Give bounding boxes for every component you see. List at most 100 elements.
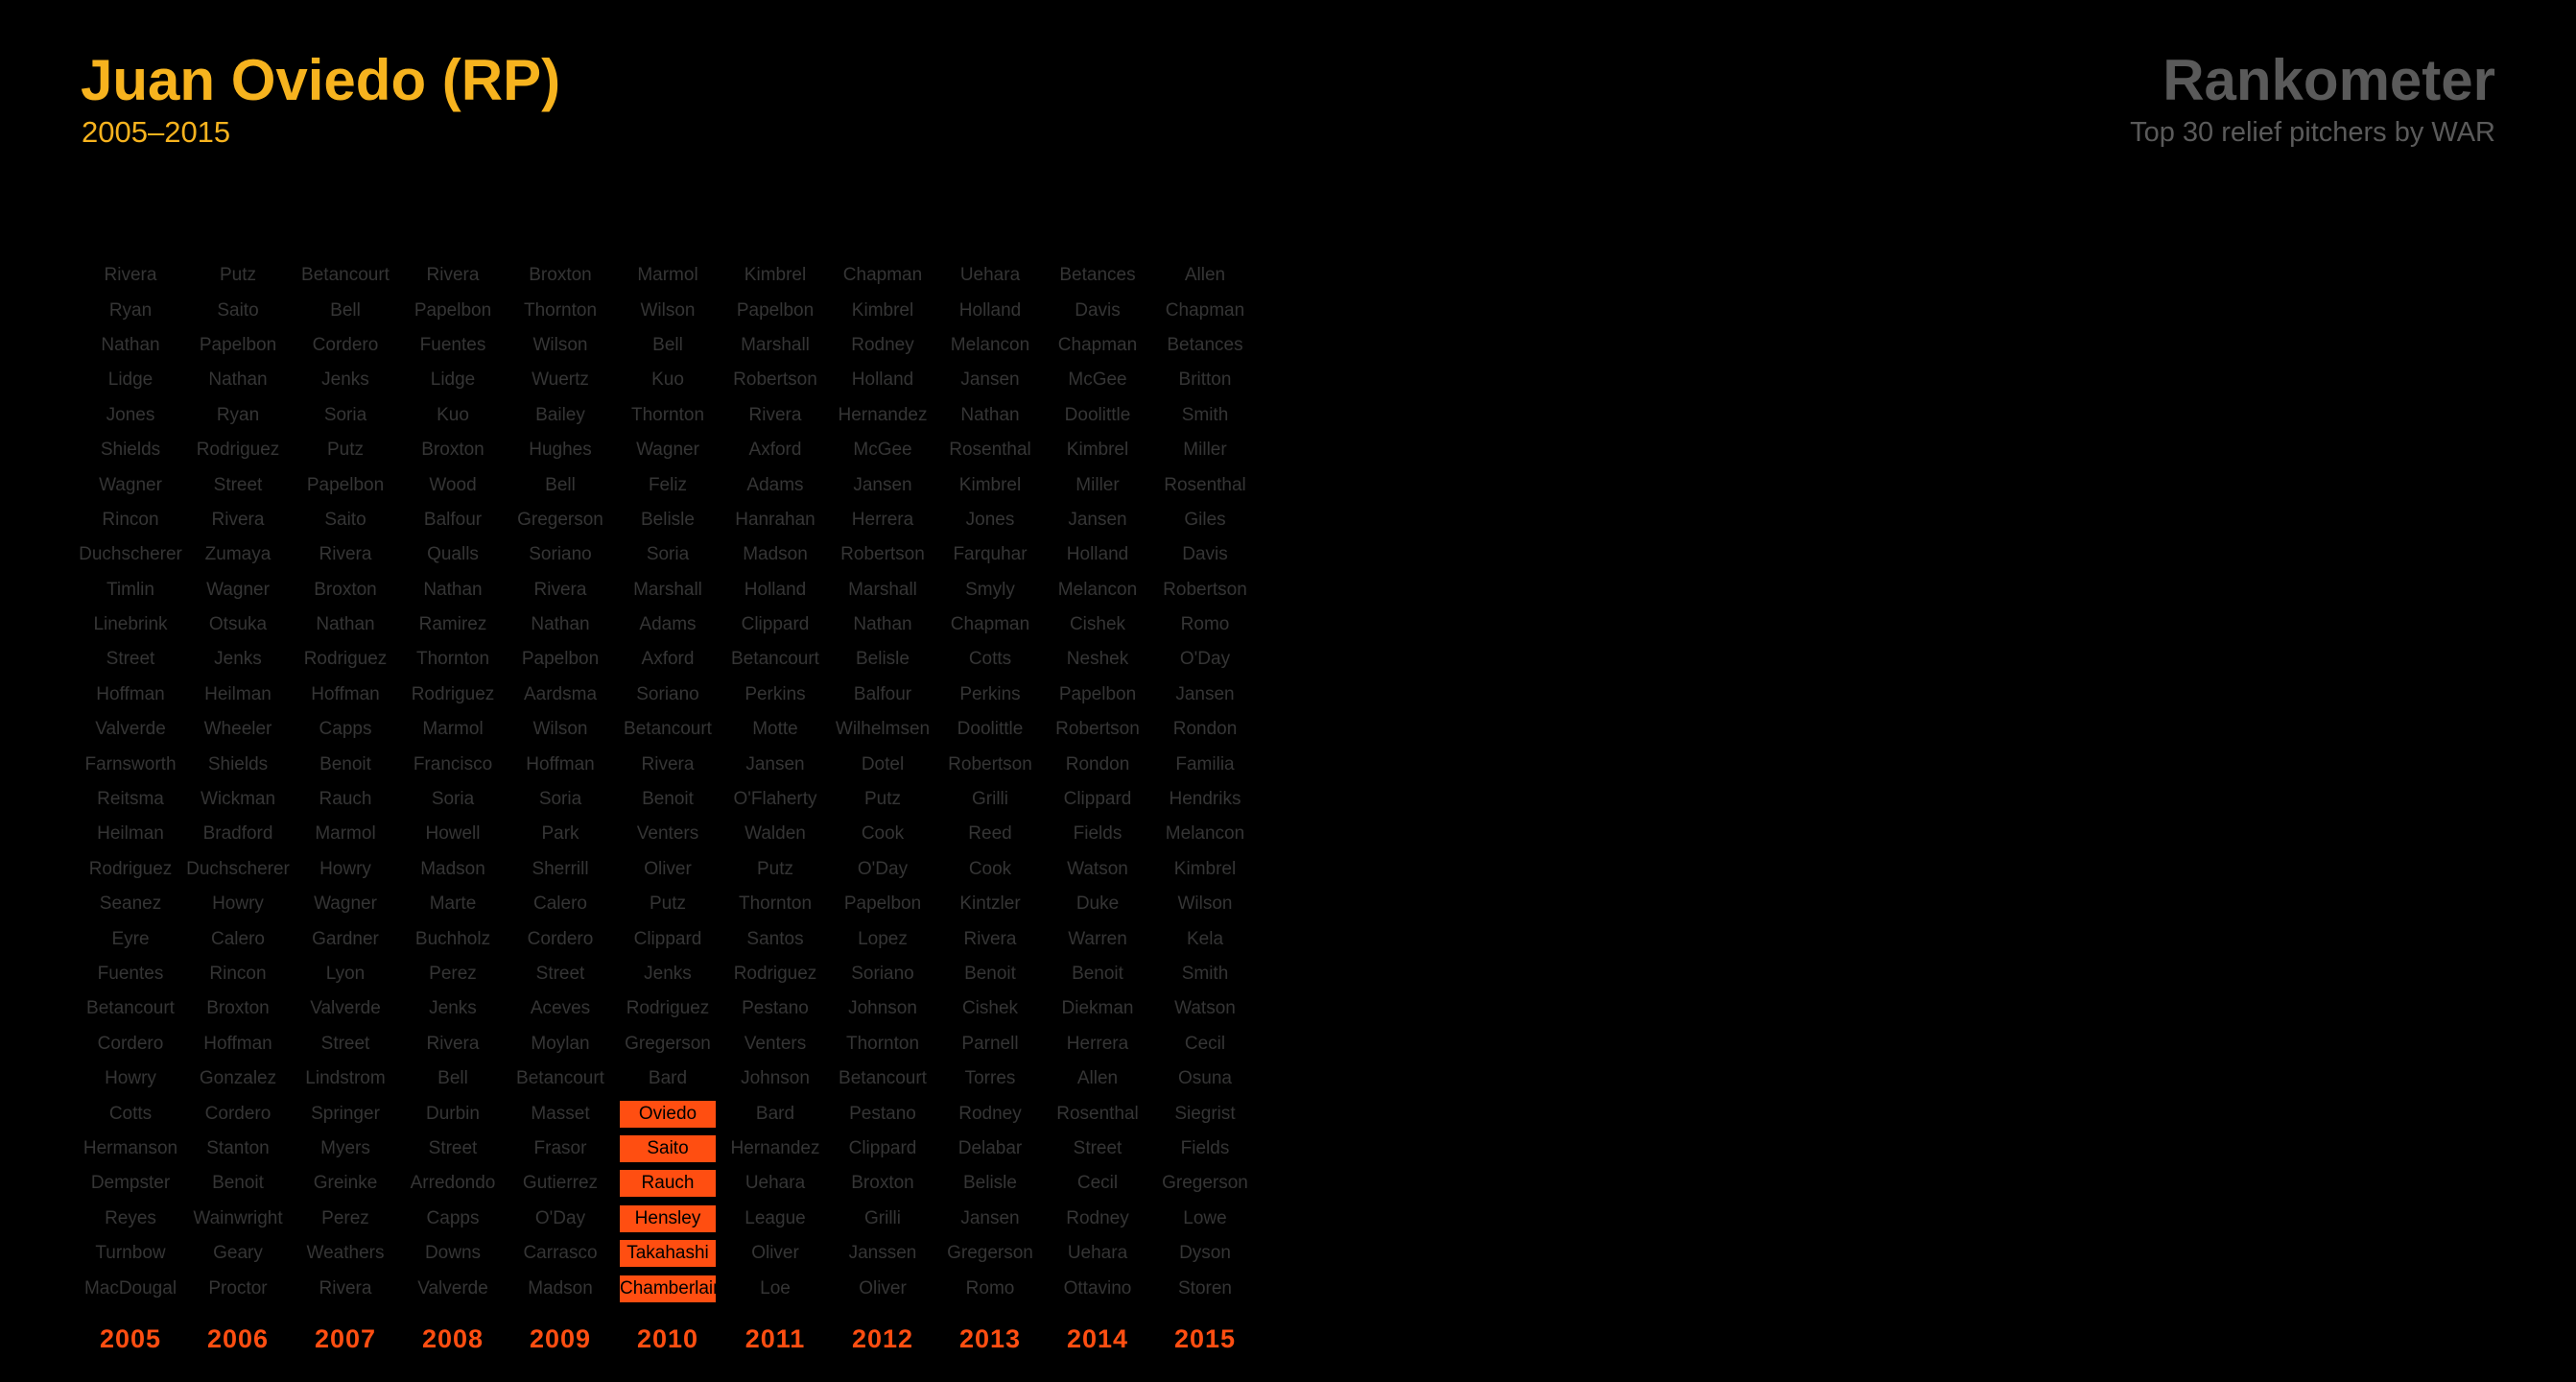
- pitcher-cell[interactable]: Robertson: [1044, 712, 1151, 747]
- pitcher-cell[interactable]: Cotts: [77, 1096, 184, 1131]
- pitcher-cell[interactable]: Springer: [292, 1096, 399, 1131]
- pitcher-cell[interactable]: Jenks: [184, 642, 292, 677]
- pitcher-cell[interactable]: Valverde: [77, 712, 184, 747]
- pitcher-cell[interactable]: Wilhelmsen: [829, 712, 936, 747]
- pitcher-cell[interactable]: Valverde: [399, 1271, 507, 1305]
- pitcher-cell[interactable]: Cordero: [77, 1027, 184, 1061]
- pitcher-cell[interactable]: Jenks: [292, 363, 399, 397]
- pitcher-cell[interactable]: Melancon: [936, 328, 1044, 363]
- pitcher-cell[interactable]: Perkins: [721, 678, 829, 712]
- pitcher-cell[interactable]: Weathers: [292, 1236, 399, 1271]
- highlighted-pitcher-cell[interactable]: Oviedo: [614, 1096, 721, 1131]
- pitcher-cell[interactable]: McGee: [1044, 363, 1151, 397]
- pitcher-cell[interactable]: Carrasco: [507, 1236, 614, 1271]
- pitcher-cell[interactable]: Dotel: [829, 747, 936, 781]
- pitcher-cell[interactable]: Holland: [721, 573, 829, 608]
- pitcher-cell[interactable]: Siegrist: [1151, 1096, 1259, 1131]
- pitcher-cell[interactable]: Downs: [399, 1236, 507, 1271]
- pitcher-cell[interactable]: Jansen: [1151, 678, 1259, 712]
- pitcher-cell[interactable]: O'Day: [1151, 642, 1259, 677]
- pitcher-cell[interactable]: Valverde: [292, 991, 399, 1026]
- pitcher-cell[interactable]: Street: [292, 1027, 399, 1061]
- pitcher-cell[interactable]: Axford: [721, 433, 829, 467]
- pitcher-cell[interactable]: Thornton: [829, 1027, 936, 1061]
- pitcher-cell[interactable]: Soriano: [829, 957, 936, 991]
- pitcher-cell[interactable]: Giles: [1151, 503, 1259, 537]
- pitcher-cell[interactable]: Shields: [77, 433, 184, 467]
- pitcher-cell[interactable]: Perez: [292, 1202, 399, 1236]
- pitcher-cell[interactable]: Venters: [721, 1027, 829, 1061]
- pitcher-cell[interactable]: Papelbon: [829, 887, 936, 921]
- pitcher-cell[interactable]: MacDougal: [77, 1271, 184, 1305]
- pitcher-cell[interactable]: Timlin: [77, 573, 184, 608]
- pitcher-cell[interactable]: Capps: [292, 712, 399, 747]
- pitcher-cell[interactable]: Gregerson: [1151, 1166, 1259, 1201]
- pitcher-cell[interactable]: Hendriks: [1151, 782, 1259, 817]
- pitcher-cell[interactable]: Reed: [936, 817, 1044, 851]
- pitcher-cell[interactable]: Herrera: [829, 503, 936, 537]
- pitcher-cell[interactable]: Robertson: [721, 363, 829, 397]
- pitcher-cell[interactable]: Proctor: [184, 1271, 292, 1305]
- pitcher-cell[interactable]: Saito: [292, 503, 399, 537]
- pitcher-cell[interactable]: Zumaya: [184, 537, 292, 572]
- pitcher-cell[interactable]: Hanrahan: [721, 503, 829, 537]
- pitcher-cell[interactable]: Jenks: [614, 957, 721, 991]
- pitcher-cell[interactable]: Hoffman: [77, 678, 184, 712]
- pitcher-cell[interactable]: Bard: [614, 1061, 721, 1096]
- pitcher-cell[interactable]: Lyon: [292, 957, 399, 991]
- pitcher-cell[interactable]: Street: [507, 957, 614, 991]
- pitcher-cell[interactable]: Johnson: [829, 991, 936, 1026]
- pitcher-cell[interactable]: Fuentes: [77, 957, 184, 991]
- pitcher-cell[interactable]: Doolittle: [1044, 398, 1151, 433]
- pitcher-cell[interactable]: O'Day: [507, 1202, 614, 1236]
- pitcher-cell[interactable]: Hoffman: [292, 678, 399, 712]
- pitcher-cell[interactable]: Marmol: [614, 258, 721, 293]
- pitcher-cell[interactable]: Aceves: [507, 991, 614, 1026]
- pitcher-cell[interactable]: Jones: [936, 503, 1044, 537]
- pitcher-cell[interactable]: Hoffman: [184, 1027, 292, 1061]
- pitcher-cell[interactable]: Howry: [184, 887, 292, 921]
- pitcher-cell[interactable]: Rincon: [77, 503, 184, 537]
- pitcher-cell[interactable]: Aardsma: [507, 678, 614, 712]
- pitcher-cell[interactable]: Uehara: [936, 258, 1044, 293]
- pitcher-cell[interactable]: Davis: [1044, 293, 1151, 327]
- pitcher-cell[interactable]: Papelbon: [184, 328, 292, 363]
- pitcher-cell[interactable]: Watson: [1044, 852, 1151, 887]
- pitcher-cell[interactable]: Rincon: [184, 957, 292, 991]
- pitcher-cell[interactable]: Soria: [507, 782, 614, 817]
- pitcher-cell[interactable]: Broxton: [829, 1166, 936, 1201]
- pitcher-cell[interactable]: Rivera: [399, 258, 507, 293]
- highlighted-pitcher-cell[interactable]: Hensley: [614, 1202, 721, 1236]
- pitcher-cell[interactable]: Chapman: [829, 258, 936, 293]
- pitcher-cell[interactable]: Turnbow: [77, 1236, 184, 1271]
- pitcher-cell[interactable]: Cecil: [1044, 1166, 1151, 1201]
- pitcher-cell[interactable]: Robertson: [936, 747, 1044, 781]
- pitcher-cell[interactable]: Betances: [1044, 258, 1151, 293]
- pitcher-cell[interactable]: Benoit: [184, 1166, 292, 1201]
- pitcher-cell[interactable]: Cook: [936, 852, 1044, 887]
- pitcher-cell[interactable]: Romo: [936, 1271, 1044, 1305]
- pitcher-cell[interactable]: Jones: [77, 398, 184, 433]
- pitcher-cell[interactable]: Broxton: [507, 258, 614, 293]
- pitcher-cell[interactable]: Davis: [1151, 537, 1259, 572]
- pitcher-cell[interactable]: Jansen: [936, 363, 1044, 397]
- pitcher-cell[interactable]: Nathan: [507, 608, 614, 642]
- pitcher-cell[interactable]: Torres: [936, 1061, 1044, 1096]
- pitcher-cell[interactable]: Chapman: [936, 608, 1044, 642]
- pitcher-cell[interactable]: Marmol: [399, 712, 507, 747]
- pitcher-cell[interactable]: Frasor: [507, 1132, 614, 1166]
- pitcher-cell[interactable]: Putz: [292, 433, 399, 467]
- pitcher-cell[interactable]: Delabar: [936, 1132, 1044, 1166]
- pitcher-cell[interactable]: Papelbon: [507, 642, 614, 677]
- pitcher-cell[interactable]: Wagner: [614, 433, 721, 467]
- pitcher-cell[interactable]: Duke: [1044, 887, 1151, 921]
- pitcher-cell[interactable]: Kimbrel: [1044, 433, 1151, 467]
- pitcher-cell[interactable]: Rosenthal: [1044, 1096, 1151, 1131]
- pitcher-cell[interactable]: Sherrill: [507, 852, 614, 887]
- pitcher-cell[interactable]: Allen: [1044, 1061, 1151, 1096]
- pitcher-cell[interactable]: Capps: [399, 1202, 507, 1236]
- pitcher-cell[interactable]: Wagner: [184, 573, 292, 608]
- pitcher-cell[interactable]: Miller: [1044, 467, 1151, 502]
- pitcher-cell[interactable]: Holland: [829, 363, 936, 397]
- pitcher-cell[interactable]: Storen: [1151, 1271, 1259, 1305]
